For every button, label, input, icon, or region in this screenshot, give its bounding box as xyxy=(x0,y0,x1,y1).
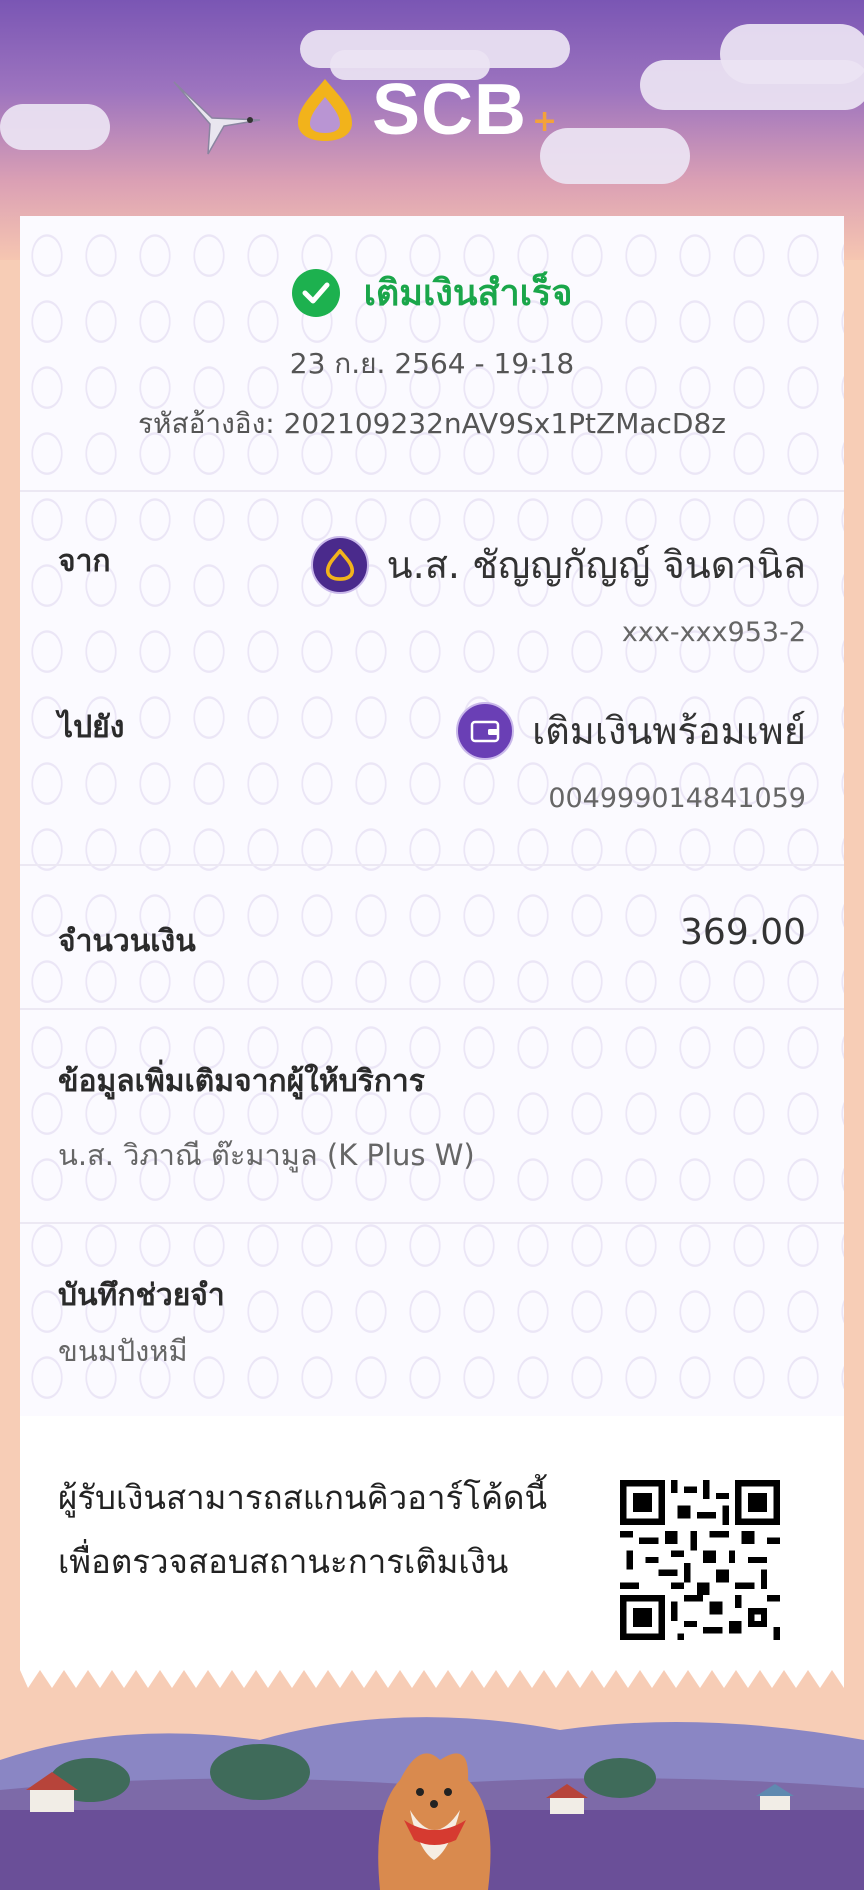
qr-instruction-line1: ผู้รับเงินสามารถสแกนคิวอาร์โค้ดนี้ xyxy=(58,1478,548,1517)
amount-value: 369.00 xyxy=(680,912,806,953)
to-block: เติมเงินพร้อมเพย์ 004999014841059 xyxy=(456,700,806,814)
receipt-zigzag-edge xyxy=(20,1666,844,1688)
from-account: xxx-xxx953-2 xyxy=(621,617,806,648)
logo-text: SCB xyxy=(372,70,528,150)
bird-icon xyxy=(173,81,261,155)
landscape-illustration xyxy=(0,1717,864,1890)
divider xyxy=(20,490,844,492)
to-name: เติมเงินพร้อมเพย์ xyxy=(532,709,806,753)
receipt-card: เติมเงินสำเร็จ 23 ก.ย. 2564 - 19:18 รหัส… xyxy=(20,216,844,1668)
qr-instruction-line2: เพื่อตรวจสอบสถานะการเติมเงิน xyxy=(58,1542,509,1581)
cloud-decoration xyxy=(0,104,110,150)
scb-logo-mark-icon xyxy=(298,79,352,141)
check-circle-icon xyxy=(291,268,340,317)
provider-info-label: ข้อมูลเพิ่มเติมจากผู้ให้บริการ xyxy=(58,1064,425,1099)
cloud-decoration xyxy=(540,128,690,184)
scb-logo: SCB + xyxy=(292,70,557,150)
qr-code[interactable] xyxy=(620,1480,780,1640)
qr-instruction: ผู้รับเงินสามารถสแกนคิวอาร์โค้ดนี้ เพื่อ… xyxy=(58,1466,547,1594)
to-account: 004999014841059 xyxy=(548,783,806,814)
memo-value: ขนมปังหมี xyxy=(58,1334,188,1368)
provider-info-value: น.ส. วิภาณี ต๊ะมามูล (K Plus W) xyxy=(58,1138,475,1172)
amount-label: จำนวนเงิน xyxy=(58,924,196,959)
wallet-icon xyxy=(456,701,515,760)
divider xyxy=(20,1222,844,1224)
from-name: น.ส. ชัญญกัญญ์ จินดานิล xyxy=(386,543,806,587)
divider xyxy=(20,864,844,866)
logo-plus: + xyxy=(532,104,558,139)
to-label: ไปยัง xyxy=(58,710,125,745)
scb-bank-icon xyxy=(310,535,369,594)
status-title: เติมเงินสำเร็จ xyxy=(363,273,573,314)
cloud-decoration xyxy=(720,24,864,84)
reference-code: รหัสอ้างอิง: 202109232nAV9Sx1PtZMacD8z xyxy=(137,407,726,440)
status-row: เติมเงินสำเร็จ xyxy=(20,264,844,321)
divider xyxy=(20,1008,844,1010)
memo-label: บันทึกช่วยจำ xyxy=(58,1278,225,1313)
transaction-datetime: 23 ก.ย. 2564 - 19:18 xyxy=(289,347,575,380)
from-block: น.ส. ชัญญกัญญ์ จินดานิล xxx-xxx953-2 xyxy=(310,534,806,648)
receipt-pattern xyxy=(20,216,844,1416)
from-label: จาก xyxy=(58,544,111,579)
